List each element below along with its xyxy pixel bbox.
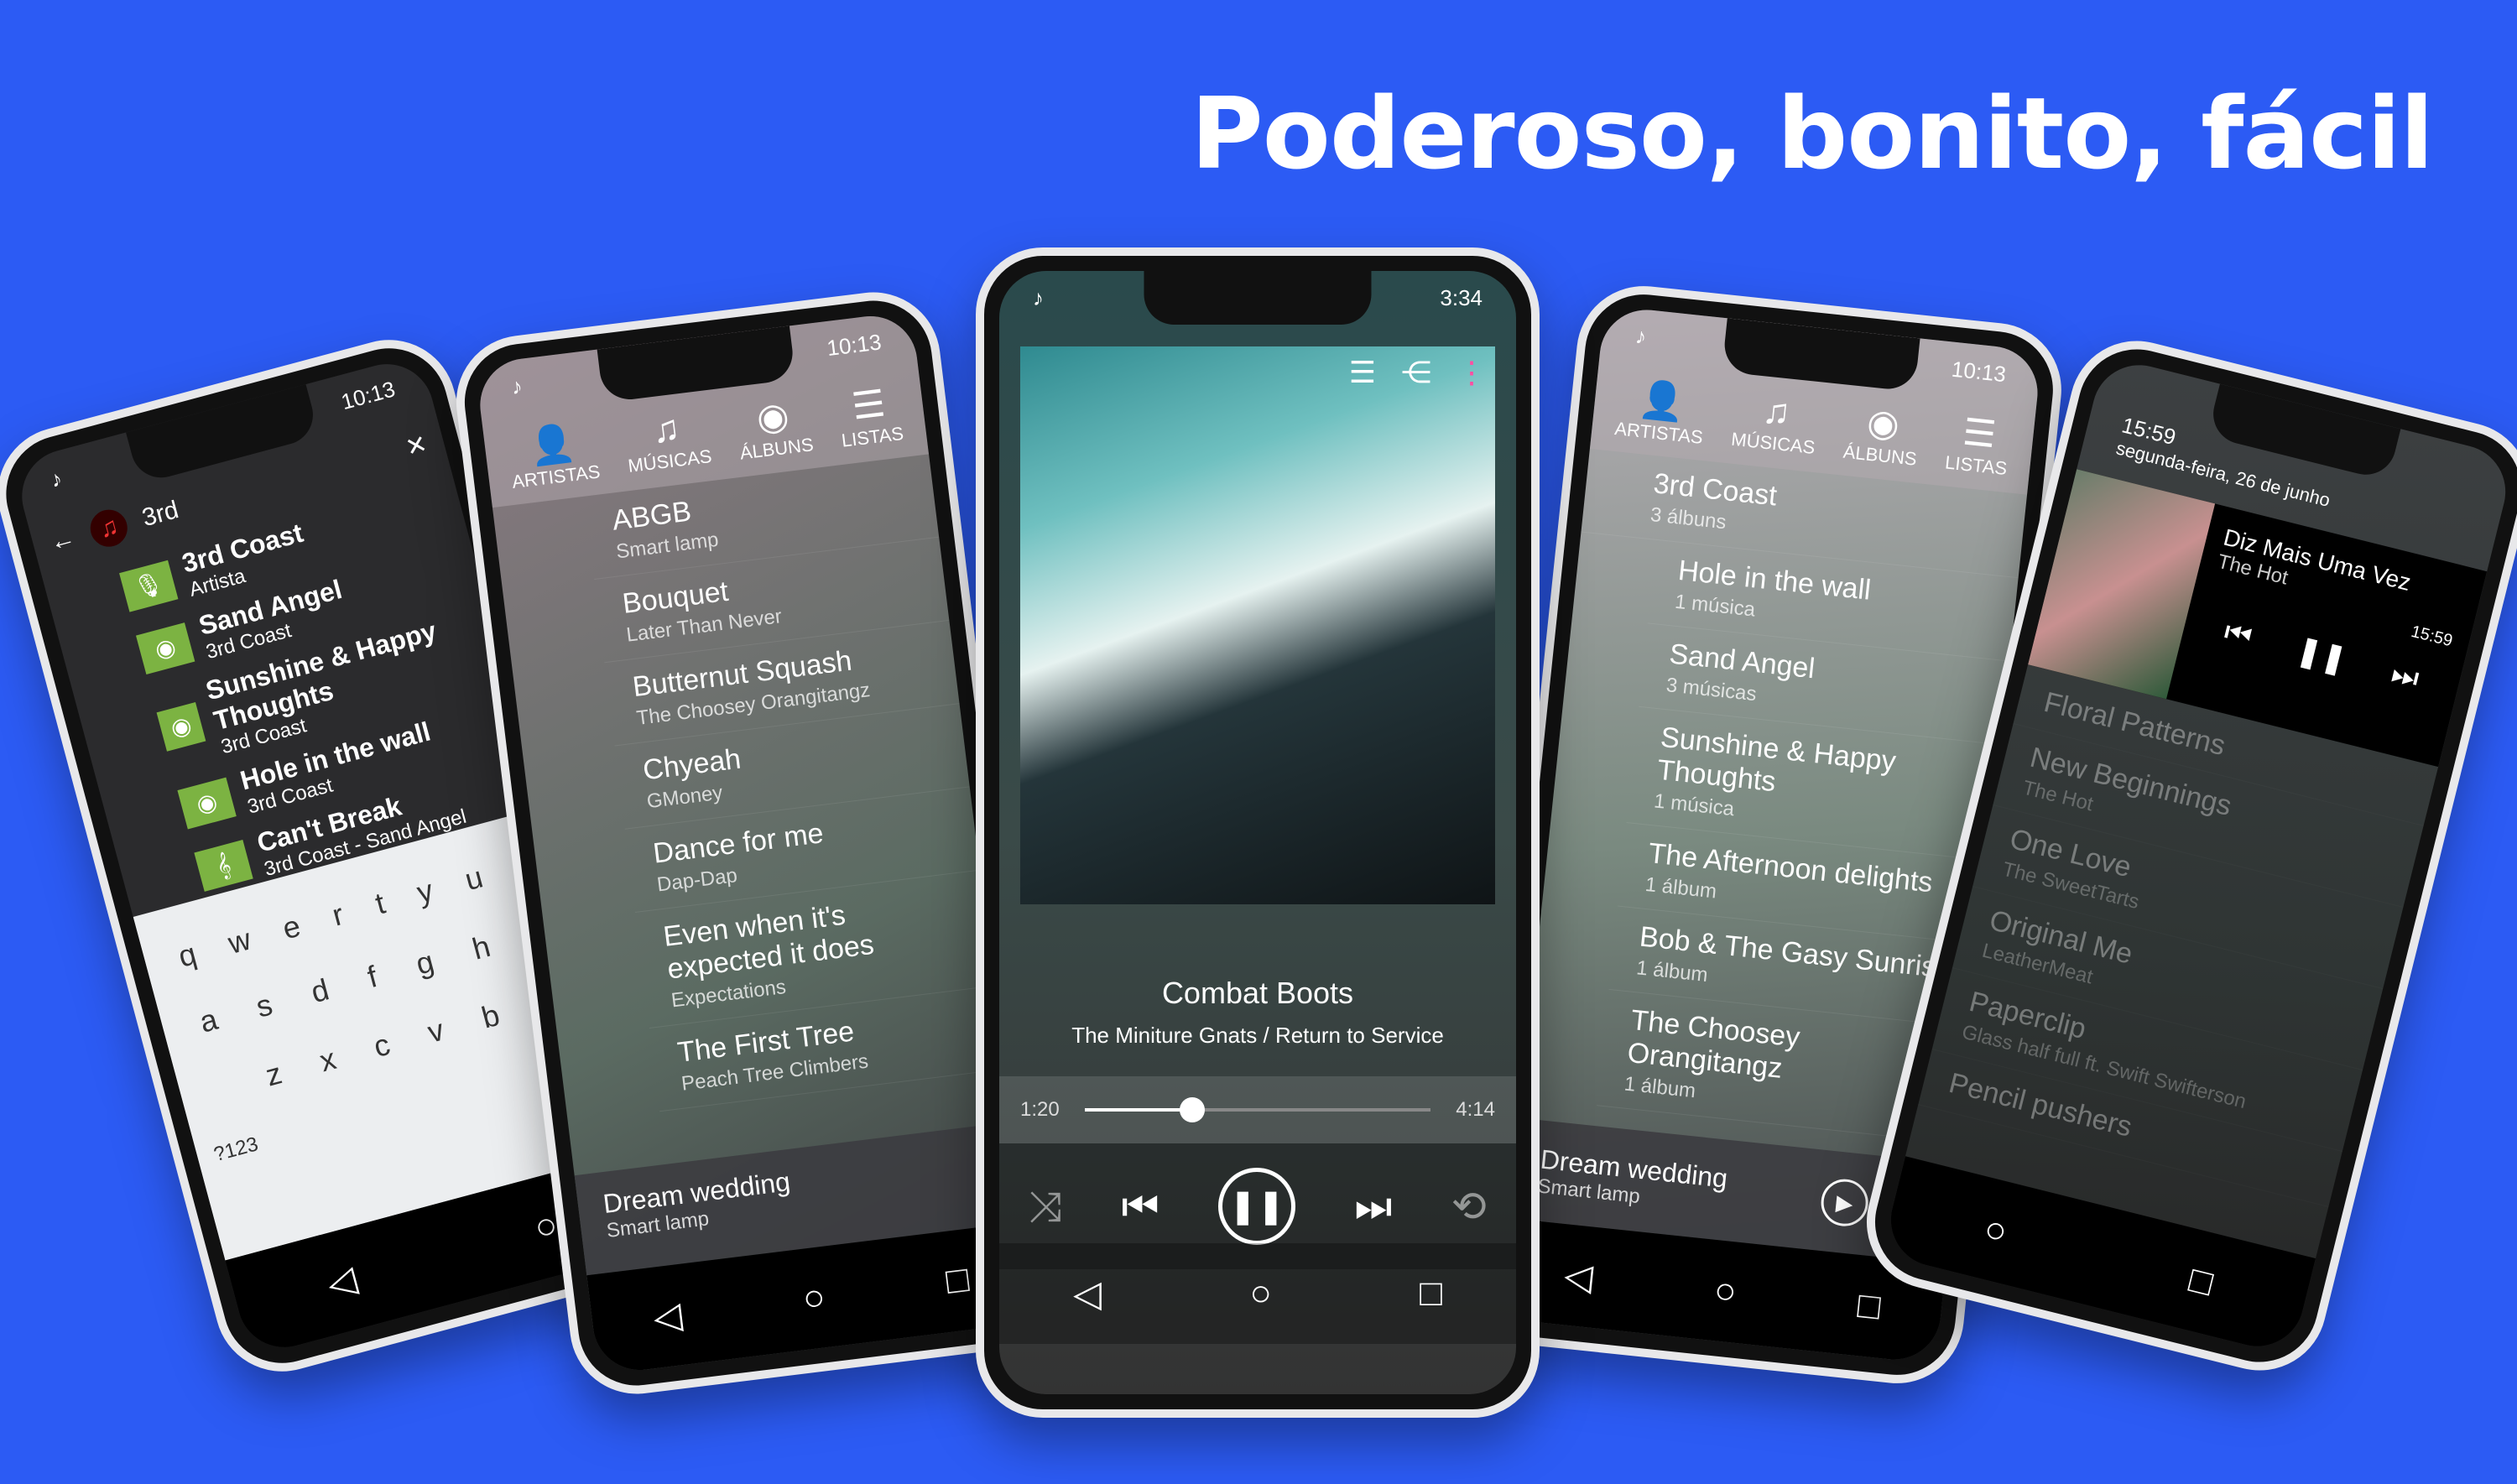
track-title: Combat Boots [1161, 976, 1354, 1010]
album-art: ☰ ⋲ ⋮ [1020, 346, 1495, 904]
recents-nav-icon[interactable]: □ [1420, 1273, 1442, 1315]
music-note-icon: ♪ [509, 372, 524, 399]
tab-álbuns[interactable]: ◉ ÁLBUNS [733, 391, 815, 465]
close-icon[interactable]: ✕ [403, 429, 430, 462]
key[interactable]: z [262, 1055, 285, 1093]
key[interactable]: a [196, 1002, 221, 1040]
key[interactable]: d [307, 971, 332, 1010]
back-nav-icon[interactable]: ◁ [1073, 1273, 1102, 1315]
back-nav-icon[interactable]: ◁ [651, 1294, 685, 1340]
tab-listas[interactable]: ☰ LISTAS [835, 380, 905, 452]
share-icon[interactable]: ⋲ [1401, 355, 1431, 390]
tab-músicas[interactable]: ♫ MÚSICAS [1730, 387, 1821, 461]
clock: 10:13 [338, 375, 398, 414]
home-nav-icon[interactable]: ○ [1712, 1269, 1739, 1314]
phone-player: ♪ 3:34 ☰ ⋲ ⋮ Combat Boots The Miniture Gnat… [976, 247, 1540, 1418]
music-note-icon: ♪ [1634, 322, 1648, 349]
disc-icon: ◉ [135, 622, 195, 674]
elapsed-time: 1:20 [1020, 1098, 1060, 1121]
play-icon[interactable]: ▸ [1818, 1176, 1871, 1229]
seek-handle[interactable] [1179, 1097, 1205, 1122]
tab-artistas[interactable]: 👤 ARTISTAS [506, 418, 602, 493]
queue-icon[interactable]: ☰ [1349, 355, 1376, 390]
back-arrow-icon[interactable]: ← [47, 523, 79, 558]
key[interactable]: f [364, 959, 382, 995]
clock: 10:13 [825, 328, 883, 361]
list-icon: ☰ [1961, 411, 1998, 456]
key[interactable]: s [253, 987, 276, 1024]
clock: 10:13 [1950, 356, 2008, 387]
recents-nav-icon[interactable]: □ [2185, 1258, 2217, 1304]
key[interactable]: r [329, 897, 347, 934]
tab-listas[interactable]: ☰ LISTAS [1944, 409, 2013, 481]
app-logo-icon: ♫ [86, 505, 132, 551]
recents-nav-icon[interactable]: □ [944, 1258, 971, 1303]
next-icon[interactable]: ⏭ [2388, 655, 2422, 697]
tab-artistas[interactable]: 👤 ARTISTAS [1613, 374, 1708, 449]
previous-icon[interactable]: ⏮ [1122, 1182, 1159, 1231]
home-nav-icon[interactable]: ○ [800, 1276, 827, 1320]
key[interactable]: g [412, 944, 437, 982]
key[interactable]: q [175, 936, 200, 975]
key[interactable]: c [370, 1027, 393, 1065]
seek-bar[interactable] [1084, 1097, 1431, 1122]
treble-clef-icon: 𝄞 [194, 839, 253, 892]
key[interactable]: e [279, 909, 304, 947]
headline: Poderoso, bonito, fácil [1191, 76, 2434, 191]
key[interactable]: x [316, 1041, 340, 1079]
back-nav-icon[interactable]: ◁ [1562, 1253, 1595, 1299]
key[interactable]: w [224, 921, 254, 961]
track-artist-album: The Miniture Gnats / Return to Service [1071, 1023, 1444, 1048]
more-icon[interactable]: ⋮ [1457, 355, 1487, 390]
repeat-icon[interactable]: ⟲ [1451, 1182, 1487, 1231]
pause-button[interactable]: ❚❚ [1218, 1168, 1296, 1245]
key[interactable]: u [461, 859, 487, 898]
key[interactable]: h [469, 929, 494, 967]
music-note-icon: ♪ [1033, 284, 1044, 310]
disc-icon: ◉ [156, 701, 206, 752]
key[interactable]: t [372, 886, 389, 922]
previous-icon[interactable]: ⏮ [2221, 613, 2255, 655]
next-icon[interactable]: ⏭ [1354, 1182, 1392, 1231]
key[interactable]: y [413, 872, 436, 910]
pause-icon[interactable]: ❚❚ [2293, 632, 2350, 679]
microphone-icon: 🎙 [118, 560, 179, 612]
tab-músicas[interactable]: ♫ MÚSICAS [622, 404, 713, 479]
album-icon: ◉ [1865, 401, 1902, 446]
back-nav-icon[interactable]: ◁ [322, 1257, 361, 1305]
clock: 3:34 [1440, 284, 1483, 310]
shuffle-icon[interactable]: ⤨ [1029, 1182, 1062, 1231]
tab-álbuns[interactable]: ◉ ÁLBUNS [1842, 398, 1922, 471]
duration: 4:14 [1456, 1098, 1495, 1121]
key[interactable]: b [478, 997, 503, 1036]
home-nav-icon[interactable]: ○ [1980, 1207, 2012, 1253]
music-note-icon: ♪ [47, 465, 65, 492]
key[interactable]: v [424, 1013, 447, 1050]
recents-nav-icon[interactable]: □ [1856, 1284, 1883, 1329]
list-icon: ☰ [849, 383, 888, 428]
home-nav-icon[interactable]: ○ [1249, 1273, 1272, 1315]
disc-icon: ◉ [177, 777, 237, 830]
